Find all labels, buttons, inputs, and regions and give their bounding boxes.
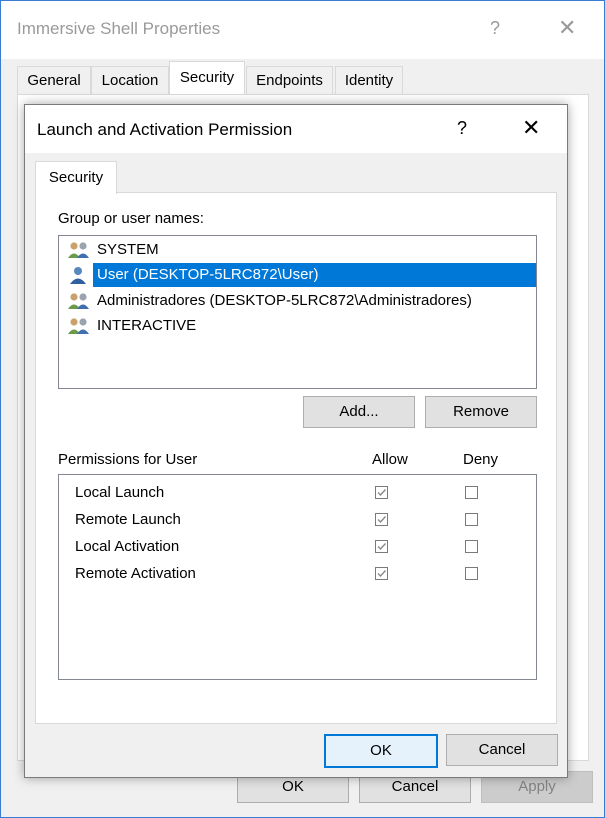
dialog-tab-security[interactable]: Security	[35, 161, 117, 194]
user-item-administradores[interactable]: Administradores (DESKTOP-5LRC872\Adminis…	[67, 289, 536, 313]
user-list[interactable]: SYSTEM User (DESKTOP-5LRC872\User) Admin…	[58, 235, 537, 389]
user-item-label: User (DESKTOP-5LRC872\User)	[93, 263, 536, 287]
allow-checkbox[interactable]	[375, 567, 388, 580]
permission-row-remote-activation: Remote Activation	[59, 562, 536, 586]
allow-checkbox[interactable]	[375, 486, 388, 499]
user-item-user[interactable]: User (DESKTOP-5LRC872\User)	[67, 263, 536, 287]
group-names-label: Group or user names:	[58, 210, 204, 227]
deny-checkbox[interactable]	[465, 513, 478, 526]
permissions-list: Local Launch Remote Launch Local Activat…	[58, 474, 537, 680]
user-item-label: SYSTEM	[97, 241, 159, 258]
user-item-label: Administradores (DESKTOP-5LRC872\Adminis…	[97, 292, 472, 309]
dialog-cancel-button[interactable]: Cancel	[446, 734, 558, 766]
remove-button[interactable]: Remove	[425, 396, 537, 428]
parent-window-title: Immersive Shell Properties	[17, 19, 221, 38]
group-users-icon	[68, 318, 89, 334]
dialog-security-panel: Group or user names: SYSTEM User (DESKTO…	[35, 192, 557, 724]
tab-security[interactable]: Security	[169, 61, 245, 95]
permission-name: Remote Activation	[75, 565, 196, 582]
user-item-system[interactable]: SYSTEM	[67, 238, 536, 262]
group-users-icon	[68, 242, 89, 258]
dialog-close-button[interactable]: ✕	[522, 115, 540, 141]
dialog-titlebar[interactable]: Launch and Activation Permission ? ✕	[25, 105, 567, 153]
group-users-icon	[68, 293, 89, 309]
permission-row-local-launch: Local Launch	[59, 481, 536, 505]
permission-name: Local Launch	[75, 484, 165, 501]
tab-location[interactable]: Location	[91, 66, 169, 94]
user-item-interactive[interactable]: INTERACTIVE	[67, 314, 536, 338]
dialog-ok-button[interactable]: OK	[324, 734, 438, 768]
parent-titlebar[interactable]: Immersive Shell Properties ? ✕	[1, 1, 604, 59]
permission-row-local-activation: Local Activation	[59, 535, 536, 559]
dialog-help-button[interactable]: ?	[457, 118, 467, 139]
tab-general[interactable]: General	[17, 66, 91, 94]
deny-column-header: Deny	[463, 451, 499, 468]
permission-row-remote-launch: Remote Launch	[59, 508, 536, 532]
permission-dialog: Launch and Activation Permission ? ✕ Sec…	[24, 104, 568, 778]
permissions-label: Permissions for User	[58, 451, 198, 468]
tab-endpoints[interactable]: Endpoints	[246, 66, 333, 94]
deny-checkbox[interactable]	[465, 567, 478, 580]
tab-identity[interactable]: Identity	[335, 66, 403, 94]
parent-close-button[interactable]: ✕	[558, 15, 576, 41]
add-button[interactable]: Add...	[303, 396, 415, 428]
parent-help-button[interactable]: ?	[490, 18, 500, 39]
allow-checkbox[interactable]	[375, 540, 388, 553]
user-item-label: INTERACTIVE	[97, 317, 197, 334]
user-icon	[70, 267, 86, 284]
allow-checkbox[interactable]	[375, 513, 388, 526]
deny-checkbox[interactable]	[465, 486, 478, 499]
deny-checkbox[interactable]	[465, 540, 478, 553]
allow-column-header: Allow	[372, 451, 408, 468]
dialog-title: Launch and Activation Permission	[37, 120, 293, 139]
permission-name: Remote Launch	[75, 511, 181, 528]
permission-name: Local Activation	[75, 538, 180, 555]
